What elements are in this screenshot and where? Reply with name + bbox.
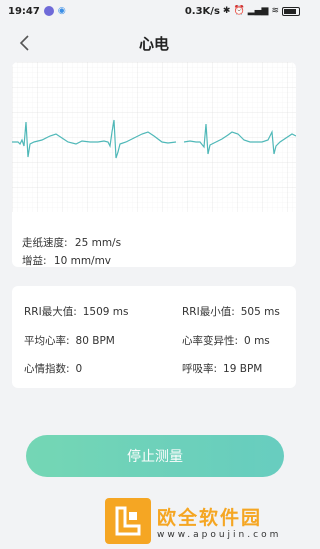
stat-mood-index: 心情指数: 0 <box>24 361 82 376</box>
app-icon <box>43 6 54 16</box>
chevron-left-icon <box>19 35 29 51</box>
stop-measurement-button[interactable]: 停止测量 <box>26 435 284 477</box>
qq-icon: ◉ <box>57 6 66 16</box>
ecg-card: 走纸速度: 25 mm/s 增益: 10 mm/mv <box>12 62 296 267</box>
stat-label: 呼吸率: <box>182 363 218 375</box>
status-time: 19:47 <box>8 5 40 17</box>
page-title: 心电 <box>138 34 169 53</box>
stat-value: 0 <box>75 363 83 375</box>
status-bar: 19:47 ◉ 0.3K/s ✱ ⏰ ▂▄▆ ≋ <box>0 0 308 22</box>
header: 心电 <box>0 26 308 60</box>
watermark-title: 欧全软件园 <box>157 506 263 529</box>
paper-speed-label: 走纸速度: <box>22 237 68 249</box>
watermark-logo-shape <box>115 506 141 536</box>
stat-hrv: 心率变异性: 0 ms <box>182 333 270 348</box>
watermark: 欧全软件园 www.apoujin.com <box>105 497 305 545</box>
ecg-chart <box>12 62 296 212</box>
paper-speed-value: 25 mm/s <box>74 237 122 249</box>
stat-rri-min: RRI最小值: 505 ms <box>182 304 280 319</box>
stat-value: 19 BPM <box>223 363 263 375</box>
stat-label: RRI最小值: <box>182 306 235 318</box>
stat-value: 0 ms <box>244 335 270 347</box>
back-button[interactable] <box>12 30 36 56</box>
signal-icon: ▂▄▆ <box>247 6 269 16</box>
watermark-text: 欧全软件园 www.apoujin.com <box>157 503 281 540</box>
ecg-info: 走纸速度: 25 mm/s 增益: 10 mm/mv <box>22 234 121 270</box>
paper-speed-row: 走纸速度: 25 mm/s <box>22 234 121 252</box>
stat-respiration-rate: 呼吸率: 19 BPM <box>182 361 262 376</box>
stat-value: 80 BPM <box>75 335 115 347</box>
stat-label: 平均心率: <box>24 335 70 347</box>
stat-value: 1509 ms <box>82 306 129 318</box>
battery-icon <box>282 6 300 16</box>
gain-label: 增益: <box>22 255 47 267</box>
stat-label: 心情指数: <box>24 363 70 375</box>
watermark-logo-icon <box>105 498 151 544</box>
ecg-grid <box>12 62 296 212</box>
alarm-icon: ⏰ <box>233 6 245 16</box>
stop-measurement-label: 停止测量 <box>127 449 183 465</box>
gain-row: 增益: 10 mm/mv <box>22 252 121 270</box>
stat-value: 505 ms <box>240 306 280 318</box>
wifi-icon: ≋ <box>271 6 279 16</box>
stat-label: RRI最大值: <box>24 306 77 318</box>
stat-label: 心率变异性: <box>182 335 239 347</box>
stats-card: RRI最大值: 1509 ms RRI最小值: 505 ms 平均心率: 80 BPM… <box>12 286 296 388</box>
stat-avg-heart-rate: 平均心率: 80 BPM <box>24 333 115 348</box>
ecg-svg <box>12 62 296 212</box>
network-speed: 0.3K/s <box>184 5 220 17</box>
gain-value: 10 mm/mv <box>53 255 112 267</box>
stat-rri-max: RRI最大值: 1509 ms <box>24 304 129 319</box>
watermark-url: www.apoujin.com <box>157 529 282 540</box>
bluetooth-icon: ✱ <box>222 6 231 16</box>
